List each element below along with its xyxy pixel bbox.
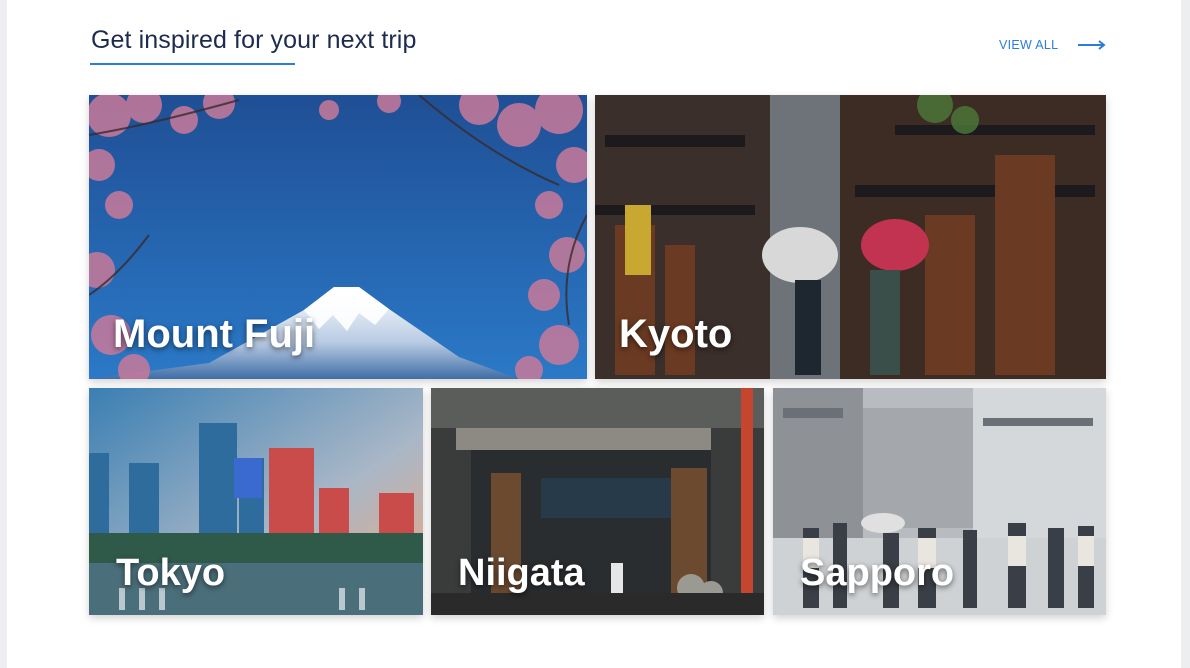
destination-card-tokyo[interactable]: Tokyo [89, 388, 423, 615]
destination-card-mount-fuji[interactable]: Mount Fuji [89, 95, 587, 379]
section-title: Get inspired for your next trip [91, 26, 417, 54]
view-all-label: VIEW ALL [999, 38, 1059, 52]
destination-label: Niigata [458, 552, 585, 594]
title-underline [90, 63, 295, 65]
destination-label: Sapporo [800, 552, 955, 594]
inspiration-section: Get inspired for your next trip VIEW ALL [7, 0, 1181, 668]
destination-label: Mount Fuji [113, 312, 316, 356]
destination-card-niigata[interactable]: Niigata [431, 388, 764, 615]
arrow-right-icon [1078, 40, 1106, 50]
destination-card-sapporo[interactable]: Sapporo [773, 388, 1106, 615]
destination-card-kyoto[interactable]: Kyoto [595, 95, 1106, 379]
destination-label: Kyoto [619, 312, 733, 356]
view-all-link[interactable]: VIEW ALL [999, 36, 1106, 54]
destination-label: Tokyo [116, 552, 226, 594]
